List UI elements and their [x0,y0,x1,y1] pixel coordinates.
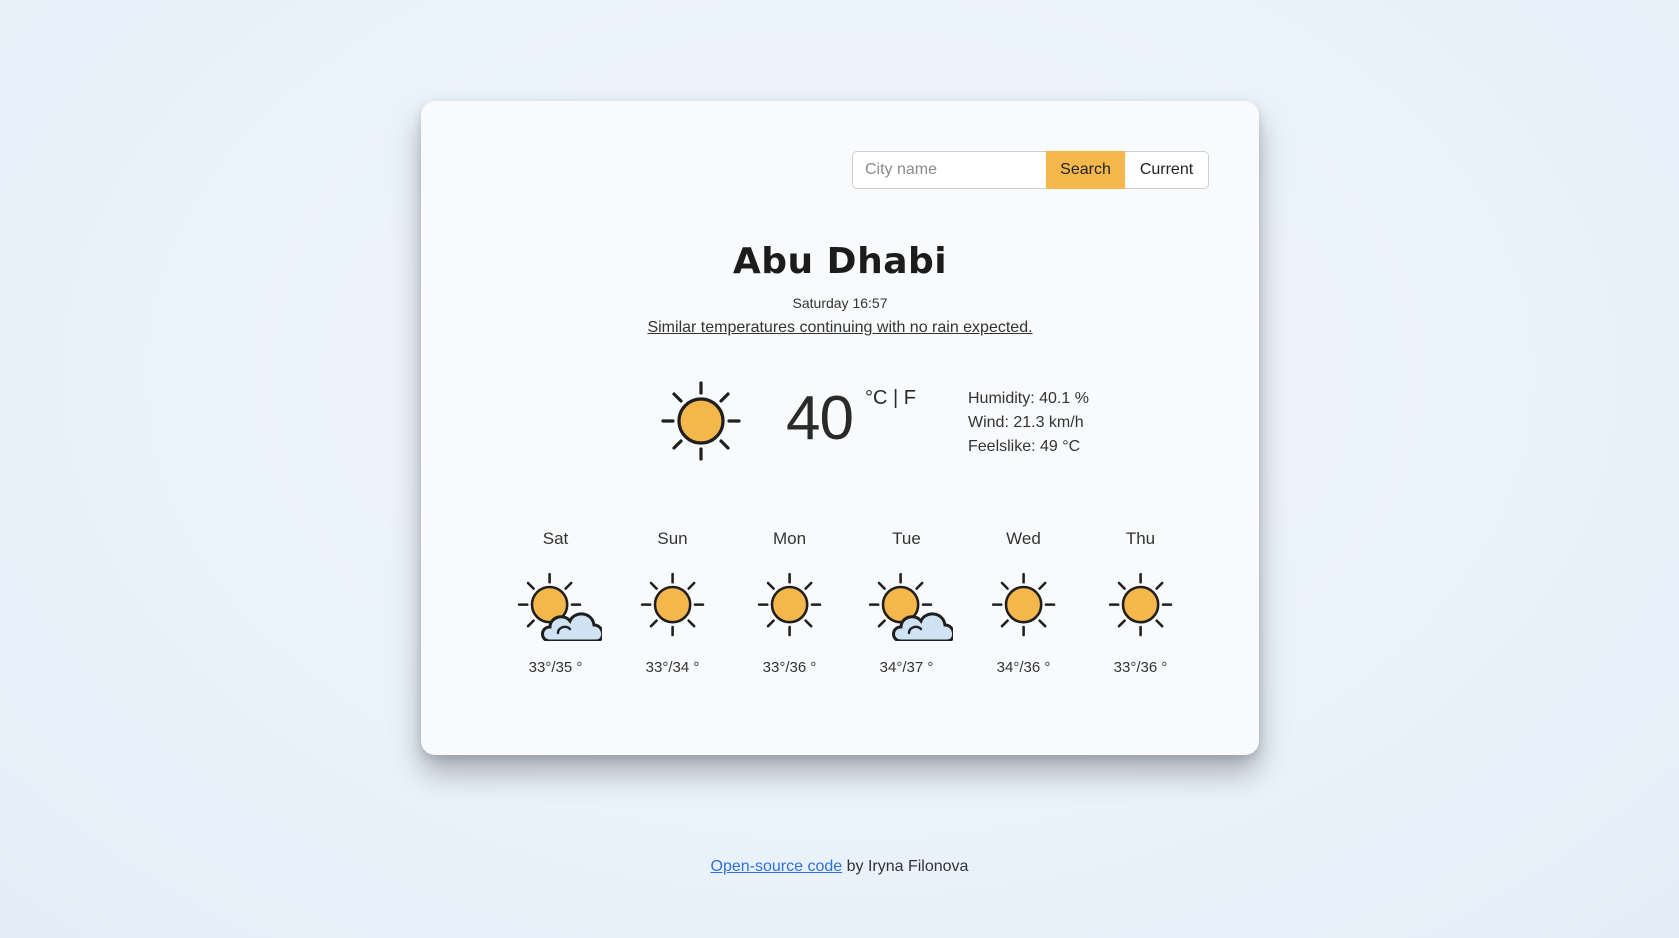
forecast-day-name: Tue [892,529,921,548]
forecast-day-temps: 33°/35 ° [528,659,583,676]
sun-icon [661,381,741,461]
forecast-day: Wed 34°/36 ° [965,529,1082,676]
feelslike: Feelslike: 49 °C [968,438,1081,455]
wind: Wind: 21.3 km/h [968,414,1084,431]
forecast-day: Sat 33°/35 ° [497,529,614,676]
unit-toggle: °C | F [865,387,916,410]
forecast-day-name: Wed [1006,529,1041,548]
date-time: Saturday 16:57 [792,295,888,311]
weather-card: Search Current Abu Dhabi Saturday 16:57 … [421,101,1259,755]
footer-byline: by Iryna Filonova [842,858,969,875]
fahrenheit-link[interactable]: F [904,387,916,409]
forecast-day-temps: 34°/37 ° [879,659,934,676]
forecast-day-temps: 33°/36 ° [762,659,817,676]
forecast-day-name: Sun [657,529,688,548]
unit-separator: | [893,387,899,409]
forecast-day-name: Sat [542,529,569,548]
city-name: Abu Dhabi [732,241,948,282]
sun-icon [640,572,704,637]
forecast-day-temps: 33°/34 ° [645,659,700,676]
forecast: Sat 33°/35 ° Sun 33°/34 ° Mon 33°/36 ° T… [497,529,1199,676]
forecast-day-name: Mon [772,529,807,548]
current-temperature: 40 [786,384,854,453]
sun-cloud-icon [517,572,602,641]
open-source-code-link[interactable]: Open-source code [711,858,843,875]
forecast-day: Thu 33°/36 ° [1082,529,1199,676]
search-form: Search Current [852,151,1209,189]
sun-icon [991,572,1055,637]
sun-cloud-icon [868,572,953,641]
weather-details: Humidity: 40.1 % Wind: 21.3 km/h Feelsli… [968,387,1089,459]
humidity: Humidity: 40.1 % [968,390,1089,407]
sun-icon [757,572,821,637]
forecast-day: Sun 33°/34 ° [614,529,731,676]
weather-description: Similar temperatures continuing with no … [647,319,1033,336]
city-search-input[interactable] [852,151,1046,189]
forecast-day-name: Thu [1125,529,1156,548]
search-button[interactable]: Search [1046,151,1125,189]
footer: Open-source code by Iryna Filonova [0,858,1679,876]
celsius-link[interactable]: °C [865,387,887,409]
forecast-day: Tue 34°/37 ° [848,529,965,676]
forecast-day-temps: 34°/36 ° [996,659,1051,676]
forecast-day: Mon 33°/36 ° [731,529,848,676]
sun-icon [1108,572,1172,637]
current-location-button[interactable]: Current [1125,151,1209,189]
forecast-day-temps: 33°/36 ° [1113,659,1168,676]
